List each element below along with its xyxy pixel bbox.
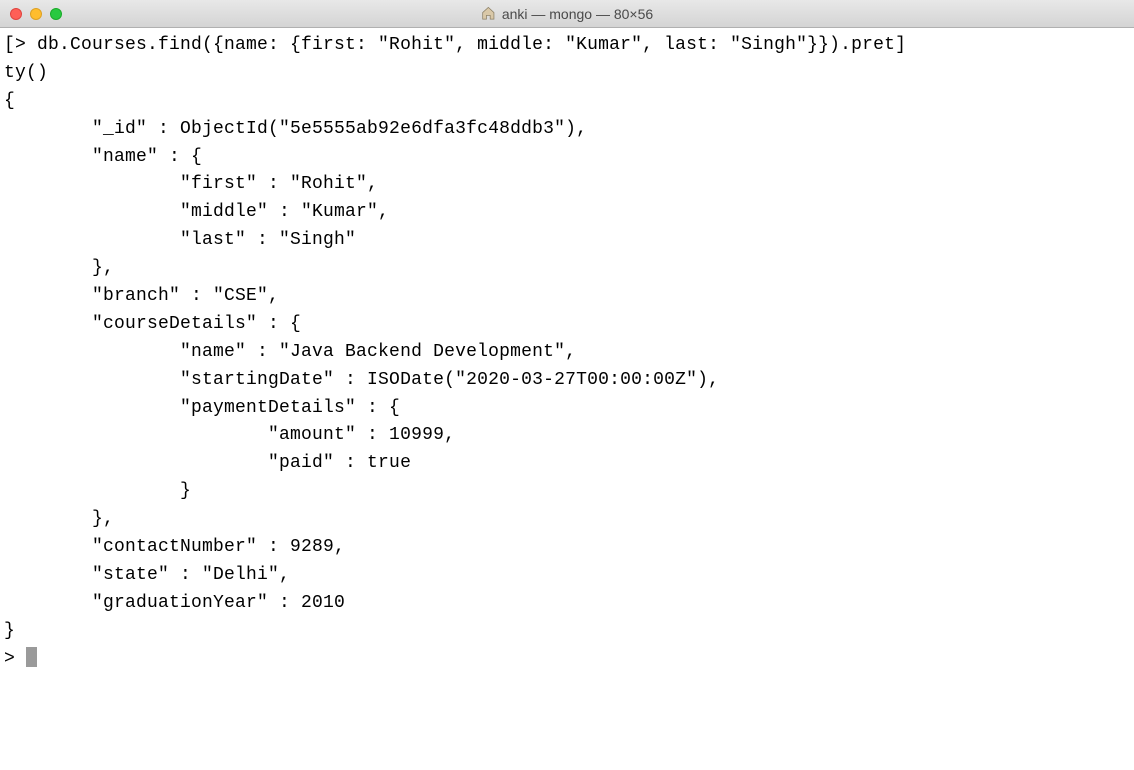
maximize-button[interactable]: [50, 8, 62, 20]
terminal-line: },: [4, 258, 114, 278]
close-button[interactable]: [10, 8, 22, 20]
terminal-line: "branch" : "CSE",: [4, 286, 279, 306]
terminal-line: }: [4, 621, 15, 641]
terminal-line: {: [4, 91, 15, 111]
terminal-line: "middle" : "Kumar",: [4, 202, 389, 222]
terminal-line: "name" : {: [4, 147, 202, 167]
home-icon: [481, 6, 496, 21]
terminal-line: "last" : "Singh": [4, 230, 356, 250]
traffic-lights: [10, 8, 62, 20]
terminal-line: "courseDetails" : {: [4, 314, 301, 334]
window-title: anki — mongo — 80×56: [481, 6, 653, 22]
terminal-line: "amount" : 10999,: [4, 425, 455, 445]
terminal-line: ty(): [4, 63, 48, 83]
terminal-line: },: [4, 509, 114, 529]
terminal-line: "first" : "Rohit",: [4, 174, 378, 194]
terminal-line: "contactNumber" : 9289,: [4, 537, 345, 557]
terminal-line: "paymentDetails" : {: [4, 398, 400, 418]
terminal-line: "graduationYear" : 2010: [4, 593, 345, 613]
terminal-line: }: [4, 481, 191, 501]
window-title-text: anki — mongo — 80×56: [502, 6, 653, 22]
minimize-button[interactable]: [30, 8, 42, 20]
terminal-line: "startingDate" : ISODate("2020-03-27T00:…: [4, 370, 719, 390]
terminal-line: "state" : "Delhi",: [4, 565, 290, 585]
terminal-line: "paid" : true: [4, 453, 411, 473]
terminal-prompt: >: [4, 649, 26, 669]
terminal-line: "name" : "Java Backend Development",: [4, 342, 576, 362]
terminal-line: [> db.Courses.find({name: {first: "Rohit…: [4, 35, 906, 55]
terminal-cursor: [26, 647, 37, 667]
window-titlebar: anki — mongo — 80×56: [0, 0, 1134, 28]
terminal-output[interactable]: [> db.Courses.find({name: {first: "Rohit…: [0, 28, 1134, 677]
terminal-line: "_id" : ObjectId("5e5555ab92e6dfa3fc48dd…: [4, 119, 587, 139]
